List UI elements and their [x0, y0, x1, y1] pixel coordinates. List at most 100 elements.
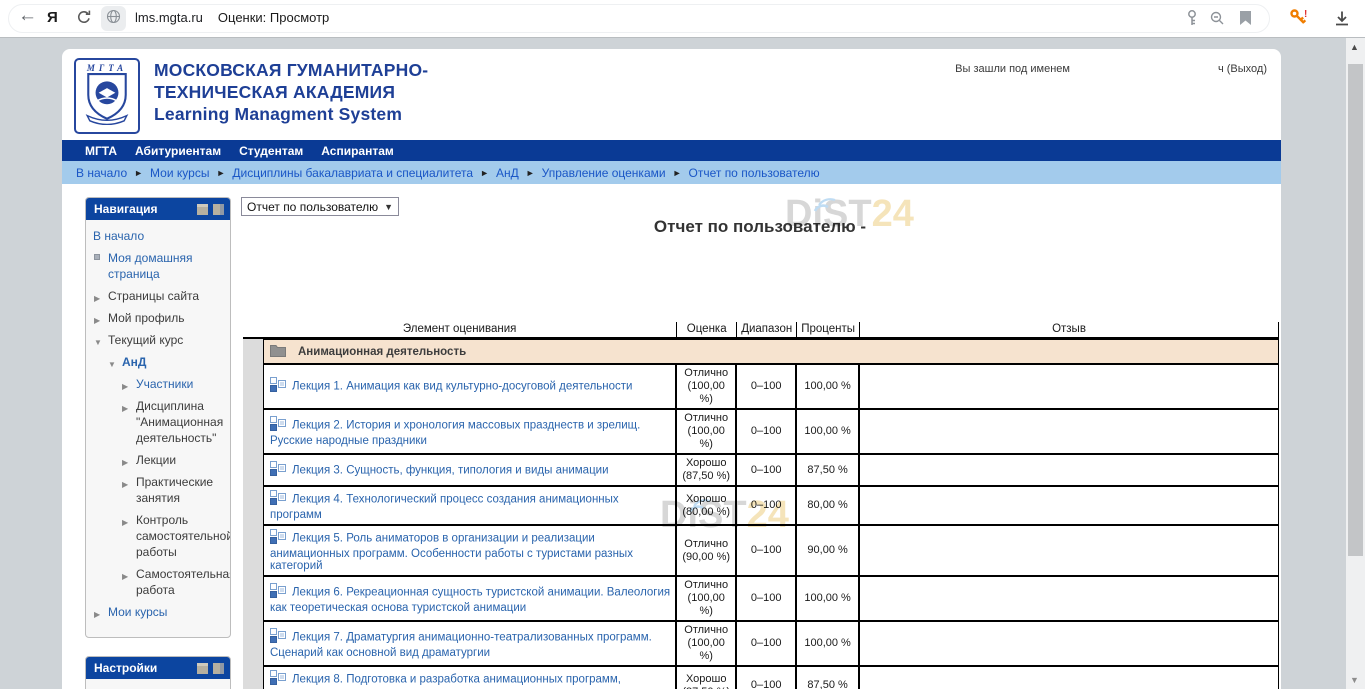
yandex-logo[interactable]: Я — [47, 8, 58, 28]
url-domain[interactable]: lms.mgta.ru — [135, 10, 203, 25]
nav-item[interactable]: Студентам — [239, 144, 303, 158]
grade-word: Хорошо — [680, 673, 732, 686]
item-link[interactable]: Лекция 7. Драматургия анимационно-театра… — [270, 632, 652, 660]
sidebar-item[interactable]: ▶Практические занятия — [93, 474, 226, 506]
item-link[interactable]: Лекция 6. Рекреационная сущность туристс… — [270, 587, 670, 615]
globe-icon — [106, 9, 121, 29]
category-cell: Анимационная деятельность — [263, 339, 1279, 364]
sidebar-item[interactable]: ▶Участники — [93, 376, 226, 392]
scroll-down-icon[interactable]: ▼ — [1350, 675, 1359, 685]
grade-cell: Отлично(100,00 %) — [676, 621, 736, 666]
watermark-text2: 24 — [872, 193, 914, 235]
item-link[interactable]: Лекция 8. Подготовка и разработка анимац… — [270, 674, 621, 689]
breadcrumb-item[interactable]: Дисциплины бакалавриата и специалитета — [232, 166, 473, 180]
collapse-block-icon[interactable] — [197, 663, 208, 674]
site-icon-chip[interactable] — [101, 6, 126, 31]
indent-cell — [243, 666, 263, 689]
sidebar-item-label: Дисциплина "Анимационная деятельность" — [136, 399, 223, 445]
refresh-icon[interactable] — [76, 9, 92, 30]
lesson-icon — [270, 461, 286, 480]
item-link[interactable]: Лекция 4. Технологический процесс создан… — [270, 494, 619, 522]
breadcrumb-item[interactable]: В начало — [76, 166, 127, 180]
breadcrumb-item[interactable]: АнД — [496, 166, 519, 180]
sidebar-item[interactable]: ▼Текущий курс — [93, 332, 226, 348]
sidebar-item[interactable]: ▶Контроль самостоятельной работы — [93, 512, 226, 560]
column-header: Отзыв — [859, 322, 1279, 339]
chevron-down-icon: ▼ — [384, 202, 393, 212]
tree-collapsed-icon[interactable]: ▶ — [122, 379, 128, 395]
item-link[interactable]: Лекция 1. Анимация как вид культурно-дос… — [292, 381, 632, 393]
download-icon[interactable] — [1333, 9, 1351, 32]
site-title-line3: Learning Managment System — [154, 103, 428, 125]
percent-cell: 100,00 % — [796, 364, 859, 409]
sidebar-item[interactable]: В начало — [93, 228, 226, 244]
sidebar-item-label: Моя домашняя страница — [108, 251, 193, 281]
password-alert-icon[interactable]: ! — [1288, 7, 1310, 34]
scrollbar-thumb[interactable] — [1348, 64, 1363, 556]
screen: ← Я lms.mgta.ruОценки: Просмотр ! — [0, 0, 1365, 689]
report-type-select[interactable]: Отчет по пользователю ▼ — [241, 197, 399, 216]
sidebar-item[interactable]: ▶ Дисциплина "Анимационная деятельность" — [93, 398, 226, 446]
sidebar-item[interactable]: ▶Самостоятельная работа — [93, 566, 226, 598]
tree-collapsed-icon[interactable]: ▶ — [122, 477, 128, 493]
grade-row: Лекция 3. Сущность, функция, типология и… — [243, 454, 1279, 486]
item-link[interactable]: Лекция 5. Роль аниматоров в организации … — [270, 533, 633, 573]
grade-percent: (100,00 %) — [680, 637, 732, 663]
browser-chrome: ← Я lms.mgta.ruОценки: Просмотр ! — [0, 0, 1365, 38]
grade-table-header-row: Элемент оцениванияОценкаДиапазонПроценты… — [243, 322, 1279, 339]
dock-block-icon[interactable] — [213, 204, 224, 215]
breadcrumb-item[interactable]: Управление оценками — [542, 166, 666, 180]
tree-expanded-icon[interactable]: ▼ — [94, 335, 102, 351]
collapse-block-icon[interactable] — [197, 204, 208, 215]
sidebar-item[interactable]: ▶Мой профиль — [93, 310, 226, 326]
breadcrumb-item[interactable]: Отчет по пользователю — [689, 166, 820, 180]
sidebar: Навигация В начало Моя домашняя страница ▶… — [85, 197, 231, 689]
tree-collapsed-icon[interactable]: ▶ — [94, 313, 100, 329]
logout-link[interactable]: ч (Выход) — [1218, 63, 1267, 75]
nav-item[interactable]: Аспирантам — [321, 144, 394, 158]
bookmark-icon[interactable] — [1239, 10, 1252, 31]
grade-row: Лекция 8. Подготовка и разработка анимац… — [243, 666, 1279, 689]
navigation-block-title: Навигация — [94, 202, 193, 216]
indent-cell — [243, 339, 263, 364]
academy-logo[interactable]: МГТА — [74, 58, 140, 134]
tree-bullet-icon — [94, 254, 100, 260]
report-type-value: Отчет по пользователю — [247, 200, 378, 214]
item-link[interactable]: Лекция 2. История и хронология массовых … — [270, 419, 640, 447]
navigation-block: Навигация В начало Моя домашняя страница ▶… — [85, 197, 231, 638]
sidebar-item[interactable]: ▶Мои курсы — [93, 604, 226, 620]
tree-collapsed-icon[interactable]: ▶ — [122, 455, 128, 471]
tree-collapsed-icon[interactable]: ▶ — [94, 291, 100, 307]
sidebar-item[interactable]: Моя домашняя страница — [93, 250, 226, 282]
nav-item[interactable]: МГТА — [85, 144, 117, 158]
breadcrumb-separator-icon: ► — [134, 168, 143, 178]
key-icon[interactable] — [1184, 9, 1200, 32]
breadcrumb-item[interactable]: Мои курсы — [150, 166, 209, 180]
signal-arcs-icon — [684, 481, 714, 524]
zoom-icon[interactable] — [1209, 10, 1225, 31]
item-link[interactable]: Лекция 3. Сущность, функция, типология и… — [292, 464, 609, 476]
item-name-cell: Лекция 5. Роль аниматоров в организации … — [263, 525, 676, 576]
tree-collapsed-icon[interactable]: ▶ — [94, 607, 100, 623]
item-name-cell: Лекция 1. Анимация как вид культурно-дос… — [263, 364, 676, 409]
tree-collapsed-icon[interactable]: ▶ — [122, 401, 128, 417]
nav-item[interactable]: Абитуриентам — [135, 144, 221, 158]
tree-collapsed-icon[interactable]: ▶ — [122, 515, 128, 531]
item-name-cell: Лекция 2. История и хронология массовых … — [263, 409, 676, 454]
settings-block-title: Настройки — [94, 661, 193, 675]
vertical-scrollbar[interactable]: ▲ ▼ — [1346, 38, 1365, 689]
scroll-up-icon[interactable]: ▲ — [1350, 42, 1359, 52]
grade-percent: (100,00 %) — [680, 592, 732, 618]
login-info: Вы зашли под именемч (Выход) — [955, 63, 1267, 75]
sidebar-item[interactable]: ▶Лекции — [93, 452, 226, 468]
sidebar-item[interactable]: ▼АнД — [93, 354, 226, 370]
indent-cell — [243, 576, 263, 621]
column-header: Диапазон — [736, 322, 796, 339]
back-icon[interactable]: ← — [18, 6, 37, 26]
tree-collapsed-icon[interactable]: ▶ — [122, 569, 128, 585]
dock-block-icon[interactable] — [213, 663, 224, 674]
sidebar-item[interactable]: ▶Страницы сайта — [93, 288, 226, 304]
url-text[interactable]: lms.mgta.ruОценки: Просмотр — [135, 10, 329, 25]
tree-expanded-icon[interactable]: ▼ — [108, 357, 116, 373]
grade-cell: Хорошо(87,50 %) — [676, 666, 736, 689]
